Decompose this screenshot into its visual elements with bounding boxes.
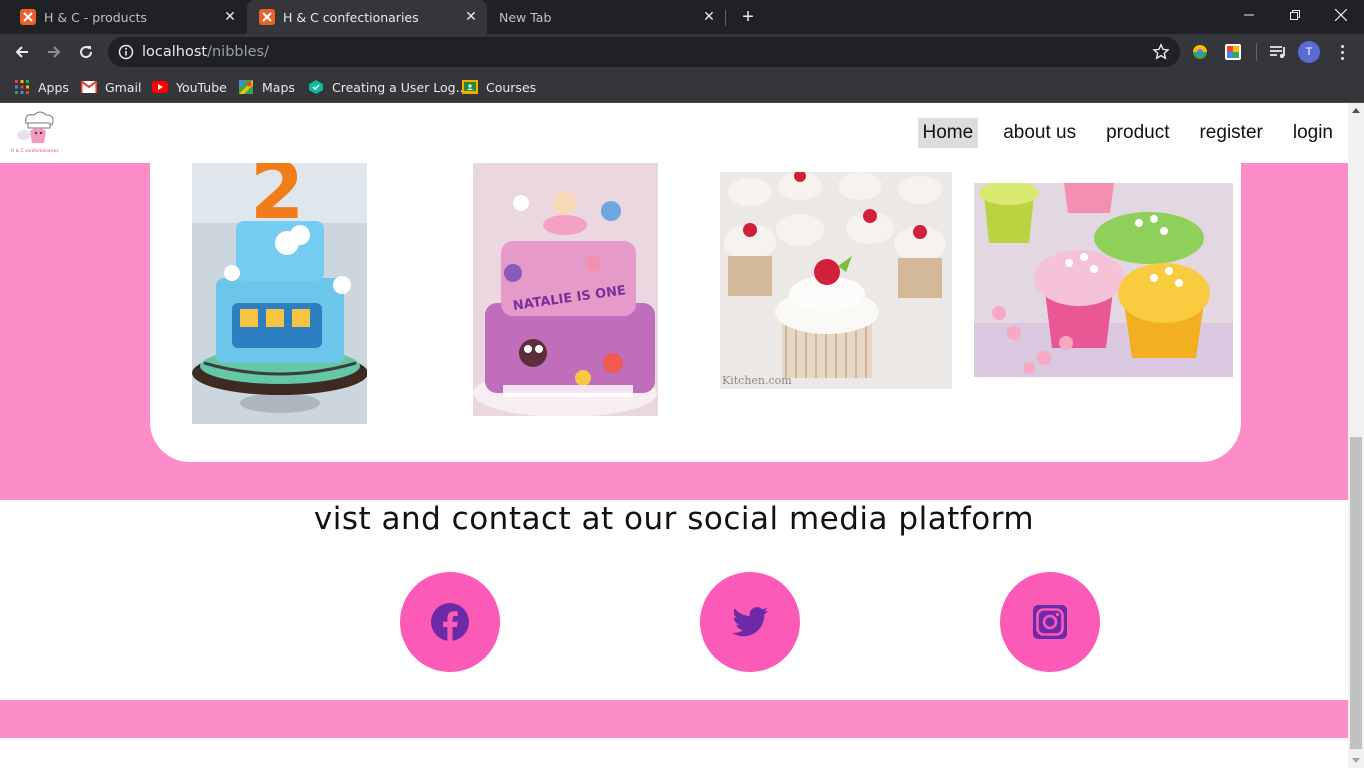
nav-product[interactable]: product	[1101, 118, 1174, 148]
svg-text:H & C confectionaries: H & C confectionaries	[11, 148, 59, 154]
cupcake-photo-icon	[974, 183, 1233, 377]
restore-button[interactable]	[1272, 0, 1318, 30]
new-tab-button[interactable]: +	[736, 5, 760, 29]
bookmark-courses[interactable]: Courses	[462, 77, 536, 97]
url-host: localhost	[142, 44, 208, 60]
bookmark-star-icon[interactable]	[1152, 43, 1170, 61]
tab-new-tab[interactable]: New Tab ✕	[487, 0, 725, 34]
bookmark-label: Courses	[486, 79, 537, 95]
profile-avatar[interactable]: T	[1298, 41, 1320, 63]
cake-photo-icon: 2	[192, 163, 367, 424]
bookmark-user-log[interactable]: Creating a User Log...	[308, 77, 468, 97]
page-viewport: 2 NATALIE IS ONE Kitchen.com H & C confe…	[0, 103, 1348, 768]
bookmark-label: YouTube	[176, 79, 227, 95]
tab-title: New Tab	[499, 9, 552, 25]
gallery-image-strawberry-cupcakes[interactable]: Kitchen.com	[720, 172, 952, 389]
main-navigation: Home about us product register login	[898, 118, 1338, 148]
nav-register[interactable]: register	[1194, 118, 1267, 148]
gallery-image-pastel-cupcakes[interactable]	[974, 183, 1233, 377]
nav-about-us[interactable]: about us	[998, 118, 1081, 148]
youtube-icon	[152, 79, 168, 95]
extension-colorful-icon[interactable]	[1190, 42, 1210, 62]
photo-caption: Kitchen.com	[722, 374, 792, 387]
cake-photo-icon: NATALIE IS ONE	[473, 163, 658, 416]
gallery-image-flower-cake[interactable]: NATALIE IS ONE	[473, 163, 658, 416]
tab-title: H & C confectionaries	[283, 9, 419, 25]
chrome-menu-icon[interactable]	[1332, 42, 1352, 62]
maps-icon	[238, 79, 254, 95]
bookmark-label: Creating a User Log...	[332, 79, 468, 95]
tab-title: H & C - products	[44, 9, 147, 25]
tab-strip: H & C - products ✕ H & C confectionaries…	[0, 0, 1364, 34]
xampp-favicon-icon	[20, 9, 36, 25]
footer-band	[0, 700, 1348, 738]
bookmark-apps[interactable]: Apps	[14, 77, 69, 97]
chef-cupcake-logo[interactable]: H & C confectionaries	[10, 109, 60, 157]
gallery-image-train-cake[interactable]: 2	[192, 163, 367, 424]
address-bar[interactable]: localhost/nibbles/	[108, 37, 1180, 67]
minimize-button[interactable]	[1226, 0, 1272, 30]
bookmark-label: Gmail	[105, 79, 142, 95]
facebook-icon	[431, 603, 469, 641]
close-window-button[interactable]	[1318, 0, 1364, 30]
tab-separator	[725, 10, 726, 26]
classroom-icon	[462, 79, 478, 95]
tab-products[interactable]: H & C - products ✕	[8, 0, 246, 34]
back-button[interactable]	[8, 38, 36, 66]
forward-button[interactable]	[40, 38, 68, 66]
scroll-thumb[interactable]	[1350, 437, 1362, 749]
close-tab-icon[interactable]: ✕	[701, 9, 717, 25]
twitter-button[interactable]	[700, 572, 800, 672]
bookmark-youtube[interactable]: YouTube	[152, 77, 227, 97]
close-tab-icon[interactable]: ✕	[463, 9, 479, 25]
scroll-up-arrow-icon[interactable]	[1352, 108, 1360, 113]
bookmark-label: Maps	[262, 79, 295, 95]
toolbar-divider	[1256, 43, 1257, 61]
bookmark-label: Apps	[38, 79, 69, 95]
info-icon[interactable]	[118, 44, 134, 60]
instagram-icon	[1033, 605, 1067, 639]
scroll-down-arrow-icon[interactable]	[1352, 758, 1360, 763]
social-section-title: vist and contact at our social media pla…	[313, 501, 1035, 537]
page-scrollbar[interactable]	[1348, 103, 1364, 768]
nav-login[interactable]: login	[1288, 118, 1338, 148]
site-icon	[308, 79, 324, 95]
reload-button[interactable]	[72, 38, 100, 66]
browser-toolbar: localhost/nibbles/ T	[0, 34, 1364, 70]
tab-confectionaries[interactable]: H & C confectionaries ✕	[247, 0, 487, 34]
gmail-icon	[81, 79, 97, 95]
extension-tile-icon[interactable]	[1223, 42, 1243, 62]
instagram-button[interactable]	[1000, 572, 1100, 672]
facebook-button[interactable]	[400, 572, 500, 672]
bookmarks-bar: Apps Gmail YouTube Maps Creating a User …	[0, 70, 1364, 103]
twitter-icon	[732, 607, 768, 637]
site-header: H & C confectionaries Home about us prod…	[0, 103, 1348, 163]
bookmark-gmail[interactable]: Gmail	[81, 77, 141, 97]
close-tab-icon[interactable]: ✕	[222, 9, 238, 25]
apps-grid-icon	[14, 79, 30, 95]
url-path: /nibbles/	[207, 44, 269, 60]
xampp-favicon-icon	[259, 9, 275, 25]
nav-home[interactable]: Home	[917, 118, 979, 148]
bookmark-maps[interactable]: Maps	[238, 77, 295, 97]
cupcake-photo-icon: Kitchen.com	[720, 172, 952, 389]
media-queue-icon[interactable]	[1268, 42, 1288, 62]
